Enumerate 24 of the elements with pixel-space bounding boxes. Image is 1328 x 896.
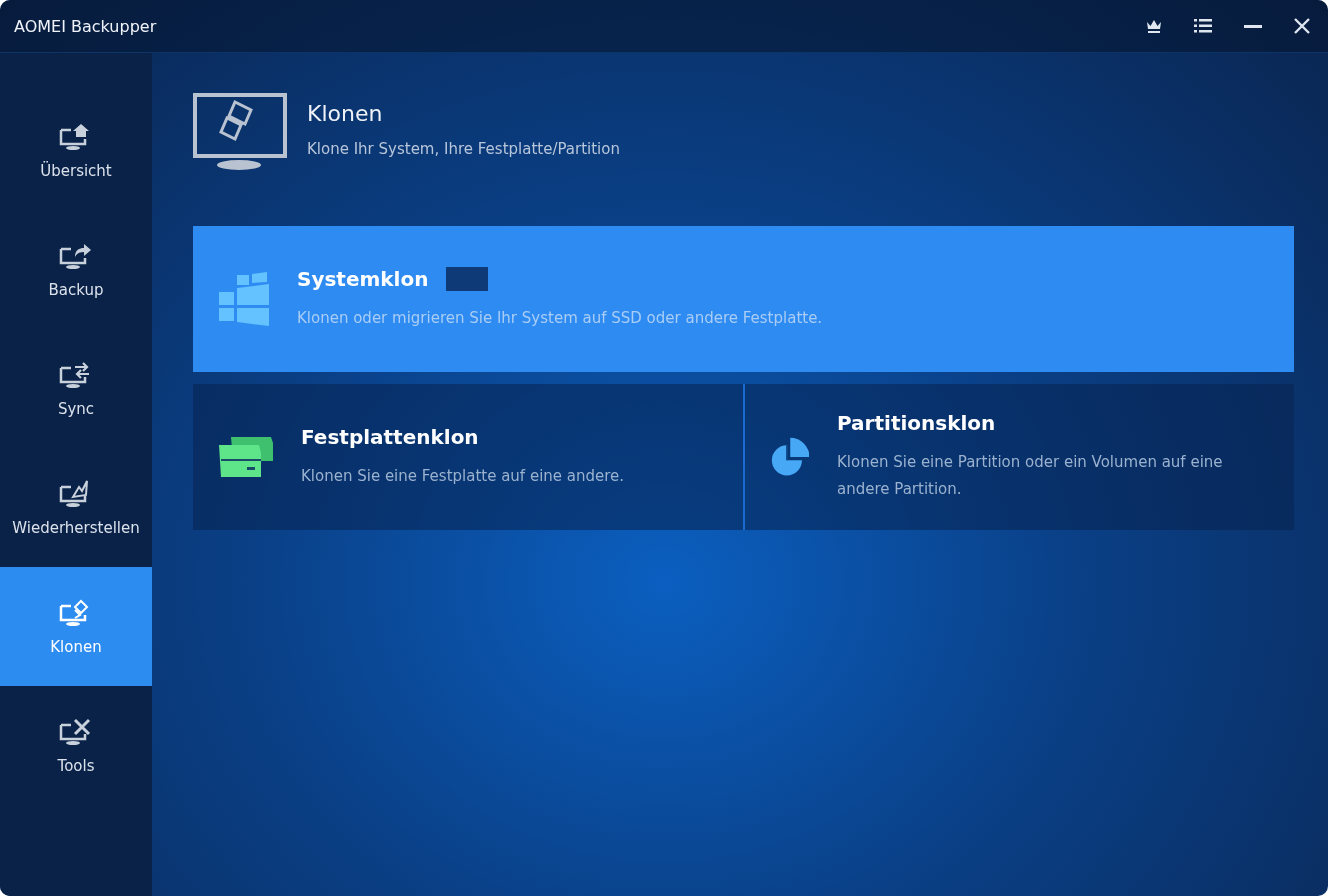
clone-monitor-icon (193, 93, 287, 171)
sidebar-item[interactable]: Tools (0, 686, 152, 805)
windows-logo-icon (219, 272, 269, 326)
option-description: Klonen Sie eine Partition oder ein Volumen auf eine andere Partition. (837, 452, 1224, 500)
partition-clone-option[interactable]: Partitionsklon Klonen Sie eine Partition oder ein Volumen auf eine andere Partition. (742, 384, 1294, 530)
option-title: Partitionsklon (837, 411, 997, 435)
sidebar-item[interactable]: Backup (0, 210, 152, 329)
option-title: Festplattenklon (301, 424, 480, 449)
menu-icon[interactable] (1194, 19, 1212, 33)
option-description: Klonen Sie eine Festplatte auf eine andere. (301, 465, 625, 487)
window-title: AOMEI Backupper (14, 16, 157, 36)
option-description: Klonen oder migrieren Sie Ihr System auf SSD oder andere Festplatte. (297, 307, 823, 329)
redaction-block (446, 266, 489, 291)
crown-icon[interactable] (1146, 19, 1162, 33)
disk-clone-option[interactable]: Festplattenklon Klonen Sie eine Festplatte auf eine andere. (193, 384, 743, 530)
hard-drives-icon (219, 437, 273, 477)
option-title: Systemklon (297, 266, 429, 291)
close-icon[interactable] (1294, 18, 1310, 34)
page-title: Klonen (307, 101, 384, 126)
minimize-icon[interactable] (1244, 24, 1262, 28)
sidebar-item[interactable]: Wiederherstellen (0, 448, 152, 567)
page-subtitle: Klone Ihr System, Ihre Festplatte/Partition (307, 140, 620, 158)
sidebar-item[interactable]: Sync (0, 329, 152, 448)
sidebar-item[interactable]: Übersicht (0, 91, 152, 210)
